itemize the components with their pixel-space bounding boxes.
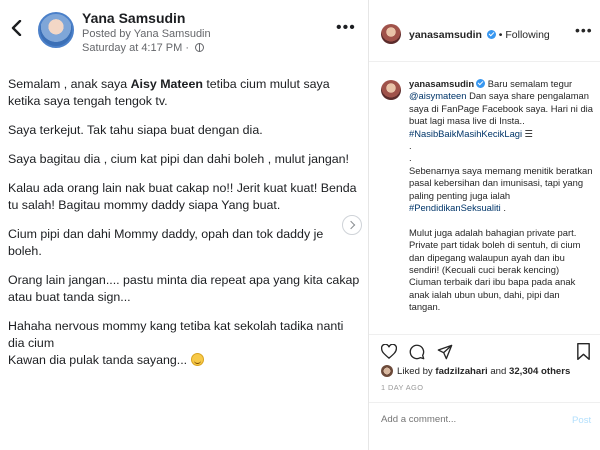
post-header: Yana Samsudin Posted by Yana Samsudin Sa…	[0, 0, 368, 56]
caption-dot: .	[409, 140, 412, 152]
ig-caption-area: yanasamsudin Baru semalam tegur @aisymat…	[369, 70, 600, 322]
follow-status[interactable]: • Following	[499, 29, 550, 41]
posted-by-label: Posted by Yana Samsudin	[82, 28, 211, 40]
bookmark-icon[interactable]	[577, 343, 590, 360]
post-paragraph: Saya bagitau dia , cium kat pipi dan dah…	[8, 152, 349, 166]
instagram-post-panel: yanasamsudin • Following ••• yanasamsudi…	[368, 0, 600, 450]
likes-prefix: Liked by	[397, 366, 436, 377]
post-timestamp[interactable]: Saturday at 4:17 PM ·	[82, 42, 205, 54]
share-icon[interactable]	[437, 344, 453, 360]
comment-input[interactable]	[381, 414, 551, 425]
post-comment-button[interactable]: Post	[572, 415, 591, 426]
caption-username[interactable]: yanasamsudin	[409, 78, 474, 89]
post-paragraph: Kalau ada orang lain nak buat cakap no!!…	[8, 181, 357, 212]
likes-and: and	[487, 366, 509, 377]
tagged-name[interactable]: Aisy Mateen	[131, 77, 203, 91]
likes-count[interactable]: 32,304 others	[509, 366, 570, 377]
ig-header: yanasamsudin • Following •••	[369, 0, 600, 62]
grimacing-emoji-icon	[190, 353, 204, 366]
post-paragraph: Saya terkejut. Tak tahu siapa buat denga…	[8, 123, 263, 137]
ig-username[interactable]: yanasamsudin	[409, 29, 482, 41]
timestamp-text: Saturday at 4:17 PM	[82, 42, 183, 54]
mention-link[interactable]: @aisymateen	[409, 90, 466, 101]
p8-text: Kawan dia pulak tanda sayang...	[8, 353, 191, 367]
verified-badge-icon	[486, 30, 496, 39]
liker-avatar[interactable]	[381, 365, 393, 377]
author-avatar[interactable]	[38, 12, 74, 48]
post-body: Semalam , anak saya Aisy Mateen tetiba c…	[8, 76, 360, 369]
chevron-left-icon[interactable]	[10, 20, 22, 36]
add-comment-bar: Post	[369, 402, 600, 438]
caption-paragraph: Sebenarnya saya memang menitik beratkan …	[409, 165, 593, 215]
globe-icon	[195, 43, 205, 52]
post-paragraph: Cium pipi dan dahi Mommy daddy, opah dan…	[8, 227, 324, 258]
heart-icon[interactable]	[381, 344, 397, 359]
post-paragraph: Orang lain jangan.... pastu minta dia re…	[8, 273, 360, 304]
post-date[interactable]: 1 DAY AGO	[381, 383, 423, 392]
facebook-post-panel: Yana Samsudin Posted by Yana Samsudin Sa…	[0, 0, 368, 450]
author-name[interactable]: Yana Samsudin	[82, 10, 185, 26]
caption-dot: .	[409, 152, 412, 164]
more-horizontal-icon[interactable]: •••	[336, 20, 356, 36]
comment-icon[interactable]	[409, 344, 425, 360]
caption-text: .	[500, 202, 506, 214]
ig-username-row: yanasamsudin • Following	[409, 29, 550, 41]
p1-before: Semalam , anak saya	[8, 77, 131, 91]
ig-avatar[interactable]	[381, 24, 401, 44]
caption-text: Baru semalam tegur	[485, 78, 573, 89]
ig-caption: yanasamsudin Baru semalam tegur @aisymat…	[409, 78, 593, 313]
caption-avatar[interactable]	[381, 80, 401, 100]
caption-text: Sebenarnya saya memang menitik beratkan …	[409, 164, 593, 201]
ig-action-bar	[369, 334, 600, 362]
hashtag-link[interactable]: #NasibBaikMasihKecikLagi	[409, 128, 522, 139]
liked-by-user[interactable]: fadzilzahari	[435, 366, 487, 377]
caption-paragraph: Mulut juga adalah bahagian private part.…	[409, 226, 581, 313]
timestamp-separator: ·	[182, 42, 193, 54]
chevron-right-icon[interactable]	[342, 215, 362, 235]
hashtag-link[interactable]: #PendidikanSeksualiti	[409, 202, 501, 213]
post-paragraph: Semalam , anak saya Aisy Mateen tetiba c…	[8, 76, 360, 110]
more-horizontal-icon[interactable]: •••	[575, 23, 593, 37]
verified-badge-icon	[476, 79, 486, 88]
likes-summary: Liked by fadzilzahari and 32,304 others	[381, 365, 596, 377]
post-paragraph: Hahaha nervous mommy kang tetiba kat sek…	[8, 319, 344, 350]
post-paragraph-last: Kawan dia pulak tanda sayang...	[8, 352, 360, 369]
